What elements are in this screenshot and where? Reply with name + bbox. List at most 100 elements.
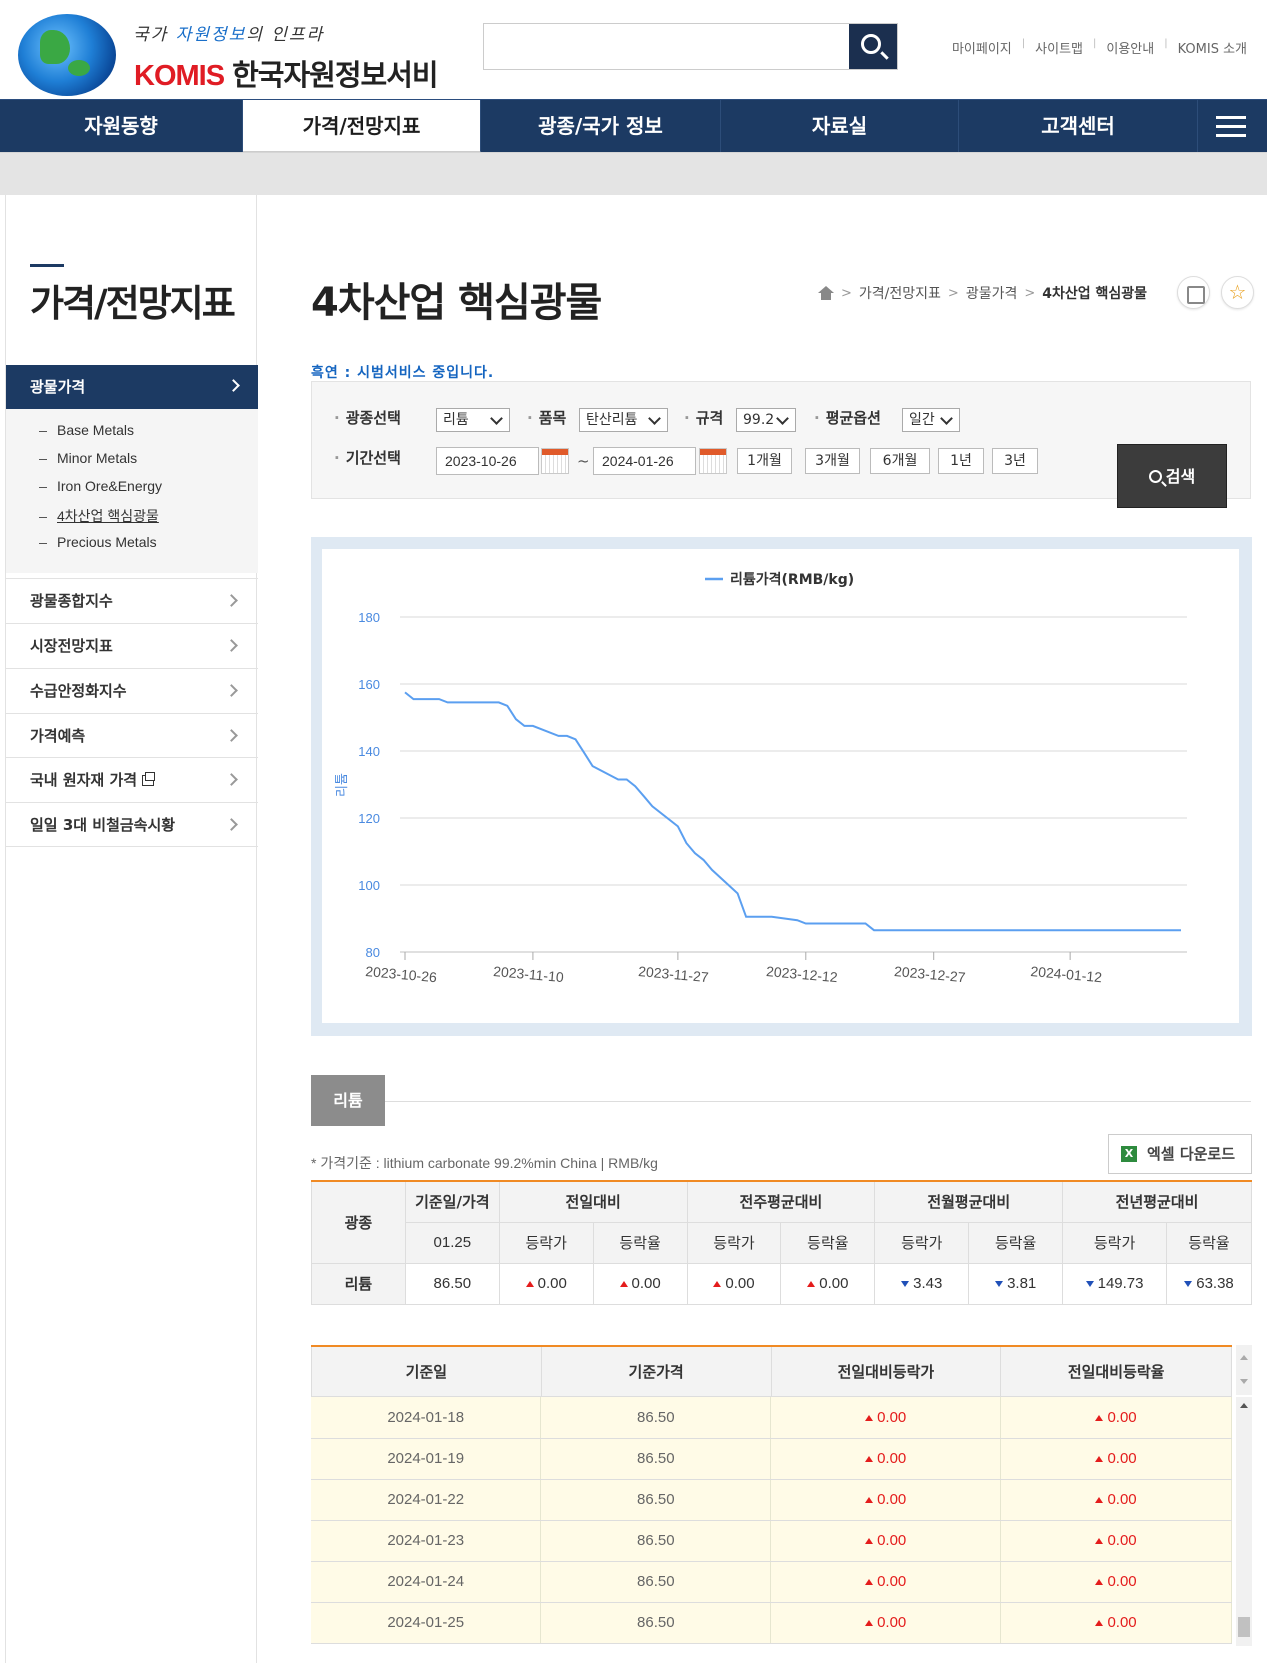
calendar-icon[interactable] (699, 448, 727, 474)
title-accent (30, 264, 64, 267)
calendar-icon[interactable] (541, 448, 569, 474)
tab-lithium[interactable]: 리튬 (311, 1075, 385, 1126)
spec-label: 규격 (684, 407, 724, 428)
period-3m-button[interactable]: 3개월 (805, 448, 860, 474)
change-rate: 0.00 (1000, 1438, 1232, 1480)
row-date: 2024-01-24 (311, 1561, 542, 1603)
chart-frame: 80 100 120 140 160 180 2023-10-26 2023-11-10 202… (311, 537, 1252, 1036)
col-date: 기준일 (311, 1345, 542, 1397)
sidebar-sub-iron-ore[interactable]: Iron Ore&Energy (39, 478, 162, 494)
avg-select[interactable]: 일간 (902, 408, 960, 432)
week-rate: 0.00 (780, 1262, 876, 1305)
table-row: 2024-01-24 86.50 0.00 0.00 (311, 1561, 1232, 1603)
slogan: 국가 자원정보의 인프라 (133, 25, 325, 45)
date-to-input[interactable]: 2024-01-26 (593, 447, 696, 475)
excel-download-button[interactable]: X 엑셀 다운로드 (1108, 1134, 1252, 1174)
up-arrow-icon (1095, 1497, 1104, 1503)
period-1m-button[interactable]: 1개월 (737, 448, 792, 474)
global-search-input[interactable] (484, 24, 849, 69)
sidebar-sub-base-metals[interactable]: Base Metals (39, 422, 134, 438)
list-scrollbar[interactable] (1236, 1397, 1252, 1646)
up-arrow-icon (865, 1497, 874, 1503)
sidebar-item-supply-stability[interactable]: 수급안정화지수 (6, 668, 258, 713)
daily-price-list: 기준일 기준가격 전일대비등락가 전일대비등락율 2024-01-18 86.50… (311, 1345, 1252, 1646)
side-nav: 가격/전망지표 광물가격 Base Metals Minor Metals Ir… (5, 195, 258, 1663)
day-price: 0.00 (498, 1262, 594, 1305)
row-price: 86.50 (404, 1262, 500, 1305)
sidebar-item-mineral-price[interactable]: 광물가격 (6, 365, 258, 409)
star-icon[interactable]: ☆ (1221, 276, 1254, 309)
row-price: 86.50 (540, 1438, 772, 1480)
up-arrow-icon (865, 1414, 874, 1421)
change-rate: 0.00 (1000, 1479, 1232, 1521)
date-from-input[interactable]: 2023-10-26 (436, 447, 539, 475)
table-row: 2024-01-25 86.50 0.00 0.00 (311, 1602, 1232, 1644)
price-series-line (404, 691, 1181, 932)
nav-customer-center[interactable]: 고객센터 (959, 100, 1198, 153)
change-price: 0.00 (770, 1561, 1002, 1603)
util-link-sitemap[interactable]: 사이트맵 (1035, 38, 1083, 57)
print-icon[interactable] (1177, 276, 1210, 309)
spec-select[interactable]: 99.2 (736, 408, 796, 432)
global-search-button[interactable] (849, 24, 897, 69)
sub-bar (0, 152, 1267, 195)
nav-price-outlook[interactable]: 가격/전망지표 (243, 100, 481, 153)
base-date: 01.25 (404, 1221, 500, 1264)
mineral-label: 광종선택 (334, 407, 401, 428)
sidebar-item-daily-metals[interactable]: 일일 3대 비철금속시황 (6, 802, 258, 847)
sidebar-sub-minor-metals[interactable]: Minor Metals (39, 450, 137, 466)
sidebar-item-domestic-price[interactable]: 국내 원자재 가격 (6, 757, 258, 802)
header-mineral: 광종 (311, 1180, 406, 1264)
sidebar-sub-precious-metals[interactable]: Precious Metals (39, 534, 157, 550)
header-price: 등락가 (686, 1221, 782, 1264)
util-link-guide[interactable]: 이용안내 (1106, 38, 1154, 57)
week-price: 0.00 (686, 1262, 782, 1305)
x-tick-label: 2023-11-27 (638, 963, 710, 985)
year-rate: 63.38 (1166, 1262, 1252, 1305)
header-day: 전일대비 (498, 1180, 688, 1223)
nav-library[interactable]: 자료실 (721, 100, 959, 153)
period-6m-button[interactable]: 6개월 (870, 448, 930, 474)
globe-icon (18, 14, 116, 96)
row-date: 2024-01-18 (311, 1397, 542, 1439)
page-title: 4차산업 핵심광물 (311, 280, 602, 326)
mineral-select[interactable]: 리튬 (436, 408, 510, 432)
up-arrow-icon (807, 1281, 816, 1287)
chevron-right-icon (225, 594, 238, 607)
row-price: 86.50 (540, 1397, 772, 1439)
month-rate: 3.81 (968, 1262, 1064, 1305)
home-icon[interactable] (818, 286, 834, 300)
period-1y-button[interactable]: 1년 (938, 448, 984, 474)
up-arrow-icon (525, 1281, 534, 1287)
y-tick-label: 120 (358, 811, 380, 826)
sidebar-item-market-outlook[interactable]: 시장전망지표 (6, 623, 258, 668)
sidebar-item-price-forecast[interactable]: 가격예측 (6, 713, 258, 758)
main-nav: 자원동향 가격/전망지표 광종/국가 정보 자료실 고객센터 (0, 99, 1267, 153)
change-price: 0.00 (770, 1397, 1002, 1439)
menu-icon[interactable] (1198, 100, 1267, 153)
header-price: 등락가 (874, 1221, 970, 1264)
item-select[interactable]: 탄산리튬 (579, 408, 668, 432)
util-link-about[interactable]: KOMIS 소개 (1178, 38, 1247, 57)
breadcrumb-item[interactable]: 광물가격 (966, 283, 1018, 303)
x-tick-label: 2023-12-27 (893, 963, 966, 985)
chevron-right-icon (225, 639, 238, 652)
sidebar-item-mineral-index[interactable]: 광물종합지수 (6, 578, 258, 623)
external-link-icon (142, 772, 156, 786)
y-tick-label: 180 (358, 610, 380, 625)
header-scrollbar[interactable] (1236, 1345, 1252, 1395)
sidebar-sub-core-minerals[interactable]: 4차산업 핵심광물 (39, 506, 159, 526)
row-price: 86.50 (540, 1602, 772, 1644)
site-logo[interactable]: 국가 자원정보의 인프라 KOMIS 한국자원정보서비스 (8, 6, 439, 134)
search-button[interactable]: 검색 (1117, 444, 1227, 508)
nav-resource-trends[interactable]: 자원동향 (0, 100, 243, 153)
header-week: 전주평균대비 (686, 1180, 876, 1223)
nav-mineral-country[interactable]: 광종/국가 정보 (481, 100, 721, 153)
header-base: 기준일/가격 (404, 1180, 500, 1223)
util-link-mypage[interactable]: 마이페이지 (952, 38, 1012, 57)
up-arrow-icon (1095, 1456, 1104, 1462)
breadcrumb-item[interactable]: 가격/전망지표 (859, 283, 941, 303)
up-arrow-icon (713, 1281, 722, 1287)
scroll-thumb[interactable] (1238, 1617, 1250, 1637)
period-3y-button[interactable]: 3년 (992, 448, 1038, 474)
